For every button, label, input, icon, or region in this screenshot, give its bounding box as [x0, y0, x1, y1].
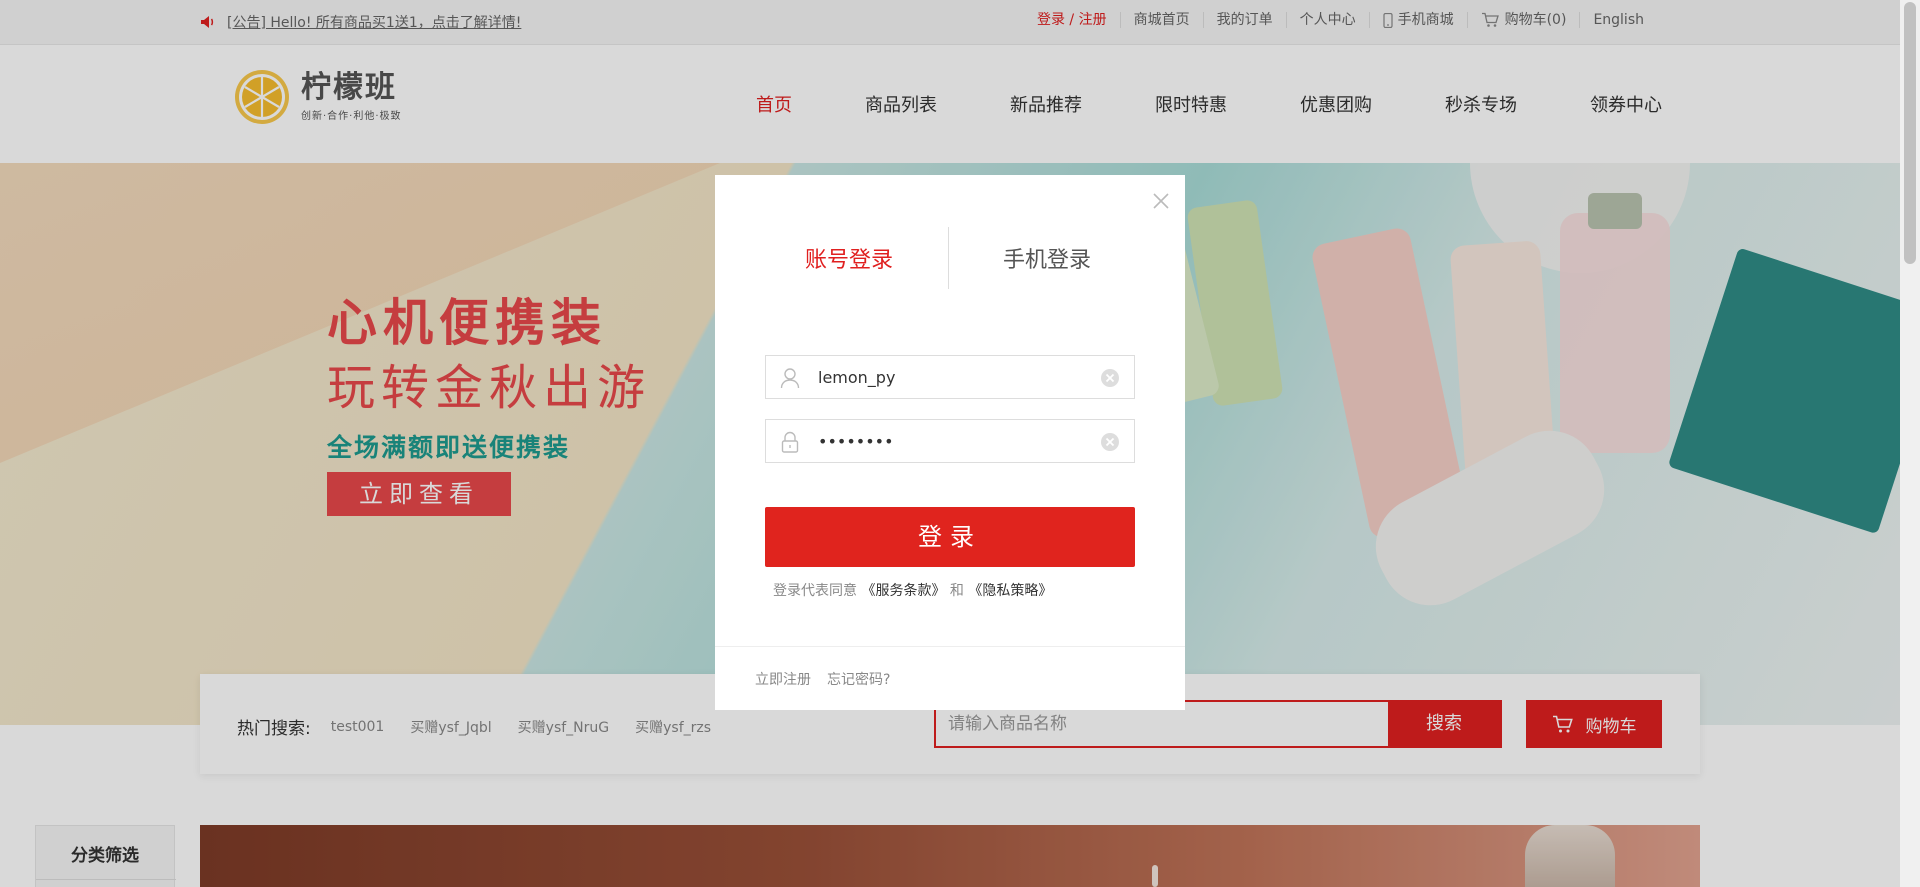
tab-divider — [948, 227, 949, 289]
username-field — [765, 355, 1135, 399]
tab-phone-login[interactable]: 手机登录 — [1003, 242, 1091, 274]
tab-account-login[interactable]: 账号登录 — [805, 242, 893, 274]
login-tabs: 账号登录 手机登录 — [715, 227, 1185, 289]
clear-icon[interactable] — [1100, 368, 1120, 388]
agreement-text: 登录代表同意 《服务条款》 和 《隐私策略》 — [773, 580, 1052, 600]
modal-footer: 立即注册 忘记密码? — [715, 646, 1185, 710]
page-scrollbar[interactable] — [1900, 0, 1920, 887]
clear-icon[interactable] — [1100, 432, 1120, 452]
login-button[interactable]: 登录 — [765, 507, 1135, 567]
terms-link[interactable]: 《服务条款》 — [861, 583, 945, 599]
username-input[interactable] — [818, 356, 1088, 398]
register-link[interactable]: 立即注册 — [755, 669, 811, 689]
agreement-and: 和 — [949, 583, 964, 599]
password-input[interactable] — [818, 420, 1088, 462]
lock-icon — [781, 431, 799, 453]
user-icon — [780, 368, 800, 389]
privacy-link[interactable]: 《隐私策略》 — [968, 583, 1052, 599]
forgot-password-link[interactable]: 忘记密码? — [827, 669, 890, 689]
password-field — [765, 419, 1135, 463]
agreement-prefix: 登录代表同意 — [773, 583, 857, 599]
scrollbar-thumb[interactable] — [1904, 2, 1916, 264]
close-icon[interactable] — [1151, 191, 1171, 211]
login-modal: 账号登录 手机登录 登录 登录代表同意 《服务条款》 和 — [715, 175, 1185, 710]
